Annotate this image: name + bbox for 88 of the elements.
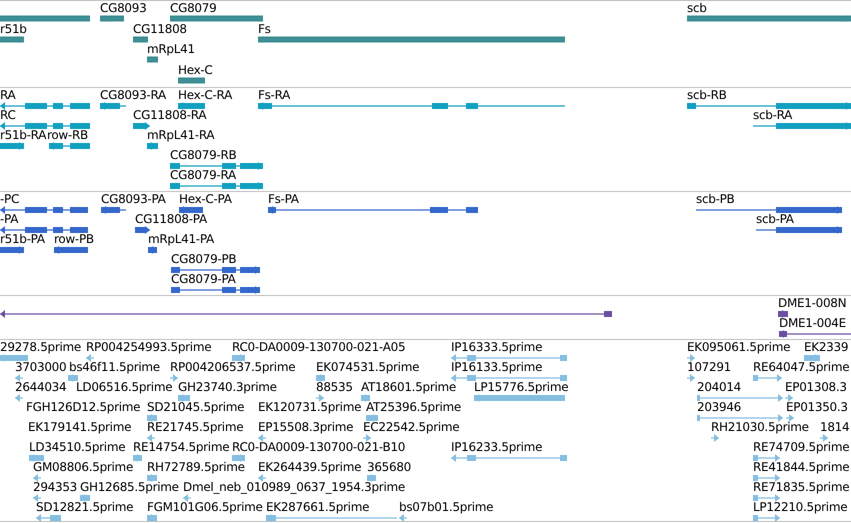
feature-label[interactable]: RA (0, 89, 16, 102)
feature-label[interactable]: CG8093-PA (101, 193, 166, 206)
feature-label[interactable]: RE74709.5prime (753, 441, 850, 454)
feature-label[interactable]: scb-RB (687, 89, 727, 102)
feature-label[interactable]: FGM101G06.5prime (147, 501, 263, 514)
feature-label[interactable]: -PC (0, 193, 20, 206)
feature-label[interactable]: CG8093-RA (100, 89, 166, 102)
feature-label[interactable]: r51b-RA (0, 129, 46, 142)
feature-label[interactable]: mRpL41-RA (147, 129, 214, 142)
feature-label[interactable]: CG8079-RB (170, 149, 236, 162)
feature-label[interactable]: EK074531.5prime (316, 361, 420, 374)
feature-label[interactable]: FGH126D12.5prime (26, 401, 140, 414)
feature-label[interactable]: 29278.5prime (0, 341, 81, 354)
feature-label[interactable]: bs07b01.5prime (399, 501, 494, 514)
feature-label[interactable]: RC (0, 109, 16, 122)
feature-label[interactable]: EP01350.3 (786, 401, 848, 414)
feature-label[interactable]: RC0-DA0009-130700-021-A05 (232, 341, 406, 354)
feature-label[interactable]: CG8079-PA (171, 273, 236, 286)
feature-label[interactable]: LD06516.5prime (76, 381, 172, 394)
feature-label[interactable]: IP16333.5prime (451, 341, 542, 354)
feature-label[interactable]: row-RB (47, 129, 88, 142)
feature-label[interactable]: EK120731.5prime (258, 401, 362, 414)
feature-label[interactable]: scb (687, 2, 707, 15)
feature-label[interactable]: 203946 (697, 401, 742, 414)
feature-label[interactable]: bs46f11.5prime (69, 361, 160, 374)
feature-label[interactable]: EK264439.5prime (258, 461, 362, 474)
feature-label[interactable]: RE14754.5prime (133, 441, 230, 454)
feature-label[interactable]: Fs (258, 22, 271, 36)
feature-label[interactable]: -PA (0, 213, 18, 226)
feature-label[interactable]: 3703000 (15, 361, 66, 374)
feature-label[interactable]: 107291 (687, 361, 732, 374)
feature-label[interactable]: CG8079 (170, 2, 216, 15)
feature-label[interactable]: 294353 (33, 481, 78, 494)
feature-label[interactable]: scb-PB (696, 193, 734, 206)
feature-label[interactable]: GM08806.5prime (33, 461, 134, 474)
feature-label[interactable]: Dmel_neb_010989_0637_1954.3prime (183, 481, 405, 494)
feature-label[interactable]: SD12821.5prime (36, 501, 134, 514)
feature-label[interactable]: LD34510.5prime (29, 441, 126, 454)
feature-label[interactable]: CG8093 (100, 2, 146, 15)
feature-label[interactable]: EC22542.5prime (363, 421, 460, 434)
feature-label[interactable]: EP15508.3prime (258, 421, 354, 434)
feature-label[interactable]: EK287661.5prime (266, 501, 370, 514)
feature-label[interactable]: CG8079-RA (170, 169, 236, 182)
feature-label[interactable]: scb-PA (756, 213, 794, 226)
feature-label[interactable]: CG11808-PA (135, 213, 207, 226)
feature-label[interactable]: IP16133.5prime (451, 361, 542, 374)
feature-label[interactable]: Fs-PA (268, 193, 299, 206)
feature-label[interactable]: CG11808-RA (133, 109, 206, 122)
feature-label[interactable]: Hex-C-PA (179, 193, 232, 206)
feature-label[interactable]: 88535 (316, 381, 353, 394)
feature-label[interactable]: RE71835.5prime (753, 481, 850, 494)
feature-label[interactable]: SD21045.5prime (147, 401, 244, 414)
feature-label[interactable]: CG11808 (133, 22, 187, 36)
feature-label[interactable]: DME1-008N (778, 297, 846, 310)
feature-label[interactable]: 204014 (697, 381, 742, 394)
feature-label[interactable]: 1814 (820, 421, 850, 434)
feature-label[interactable]: r51b (0, 22, 27, 36)
feature-label[interactable]: scb-RA (753, 109, 792, 122)
feature-label[interactable]: GH23740.3prime (178, 381, 277, 394)
feature-label[interactable]: Hex-C (178, 64, 213, 78)
feature-label[interactable]: RC0-DA0009-130700-021-B10 (232, 441, 406, 454)
feature-label[interactable]: IP16233.5prime (451, 441, 542, 454)
feature-label[interactable]: mRpL41 (147, 43, 195, 56)
feature-label[interactable]: EK2339 (804, 341, 848, 354)
feature-label[interactable]: 2644034 (15, 381, 66, 394)
feature-label[interactable]: RH72789.5prime (147, 461, 245, 474)
feature-label[interactable]: CG8079-PB (171, 253, 236, 266)
feature-label[interactable]: RE21745.5prime (147, 421, 244, 434)
feature-label[interactable]: DME1-004E (779, 317, 846, 330)
feature-label[interactable]: EK095061.5prime (687, 341, 790, 354)
feature-label[interactable]: Hex-C-RA (178, 89, 232, 102)
feature-label[interactable]: EP01308.3 (785, 381, 847, 394)
feature-label[interactable]: 365680 (367, 461, 412, 474)
feature-label[interactable]: EK179141.5prime (28, 421, 132, 434)
feature-label[interactable]: RH21030.5prime (711, 421, 809, 434)
feature-label[interactable]: GH12685.5prime (80, 481, 179, 494)
feature-label[interactable]: RE41844.5prime (753, 461, 850, 474)
feature-label[interactable]: LP12210.5prime (753, 501, 848, 514)
feature-label[interactable]: LP15776.5prime (474, 381, 568, 394)
feature-label[interactable]: mRpL41-PA (148, 233, 214, 246)
feature-label[interactable]: row-PB (54, 233, 94, 246)
feature-label[interactable]: Fs-RA (258, 89, 290, 102)
feature-label[interactable]: r51b-PA (0, 233, 45, 246)
feature-label[interactable]: AT25396.5prime (366, 401, 461, 414)
feature-label[interactable]: RE64047.5prime (753, 361, 850, 374)
feature-label[interactable]: RP004206537.5prime (170, 361, 296, 374)
feature-label[interactable]: RP004254993.5prime (86, 341, 212, 354)
feature-label[interactable]: AT18601.5prime (361, 381, 456, 394)
